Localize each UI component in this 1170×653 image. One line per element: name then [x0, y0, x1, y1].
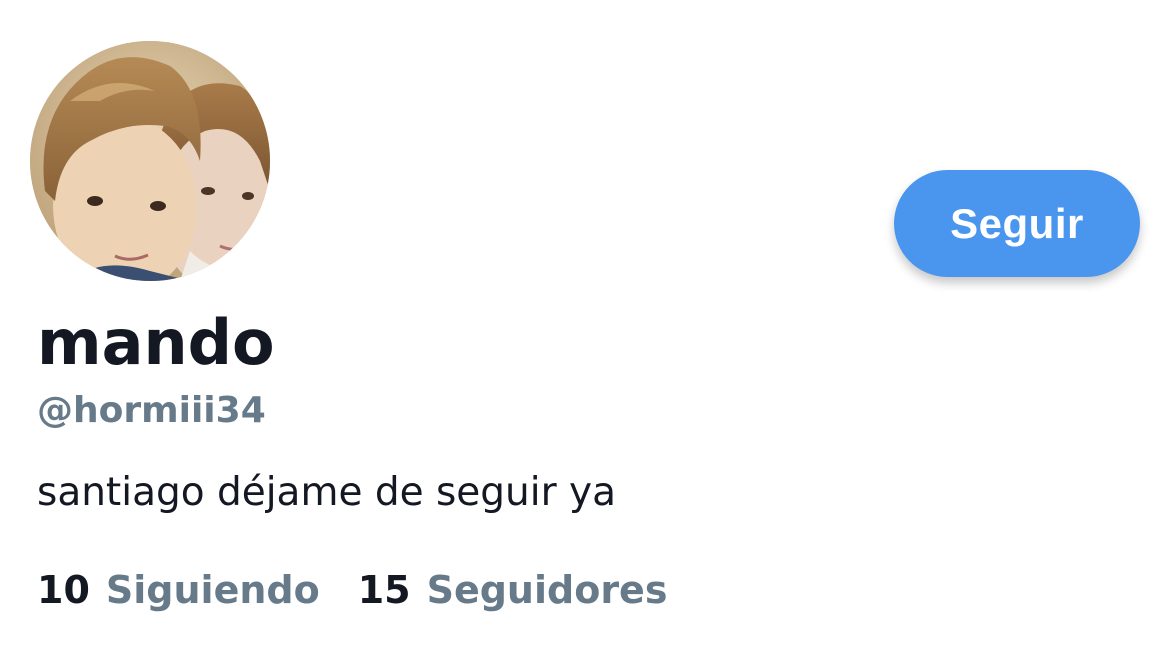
following-label: Siguiendo	[105, 568, 320, 612]
username: @hormiii34	[37, 390, 266, 431]
followers-count: 15	[357, 568, 411, 612]
following-stat[interactable]: 10 Siguiendo	[37, 571, 320, 609]
following-count: 10	[37, 568, 90, 612]
profile-stats: 10 Siguiendo 15 Seguidores	[37, 571, 667, 609]
followers-stat[interactable]: 15 Seguidores	[358, 571, 668, 609]
avatar-photo	[30, 41, 270, 281]
profile-header: Seguir mando @hormiii34 santiago déjame …	[0, 0, 1170, 653]
avatar[interactable]	[30, 41, 270, 281]
display-name: mando	[37, 306, 275, 379]
bio: santiago déjame de seguir ya	[37, 470, 617, 515]
followers-label: Seguidores	[426, 568, 668, 612]
follow-button[interactable]: Seguir	[894, 170, 1140, 277]
